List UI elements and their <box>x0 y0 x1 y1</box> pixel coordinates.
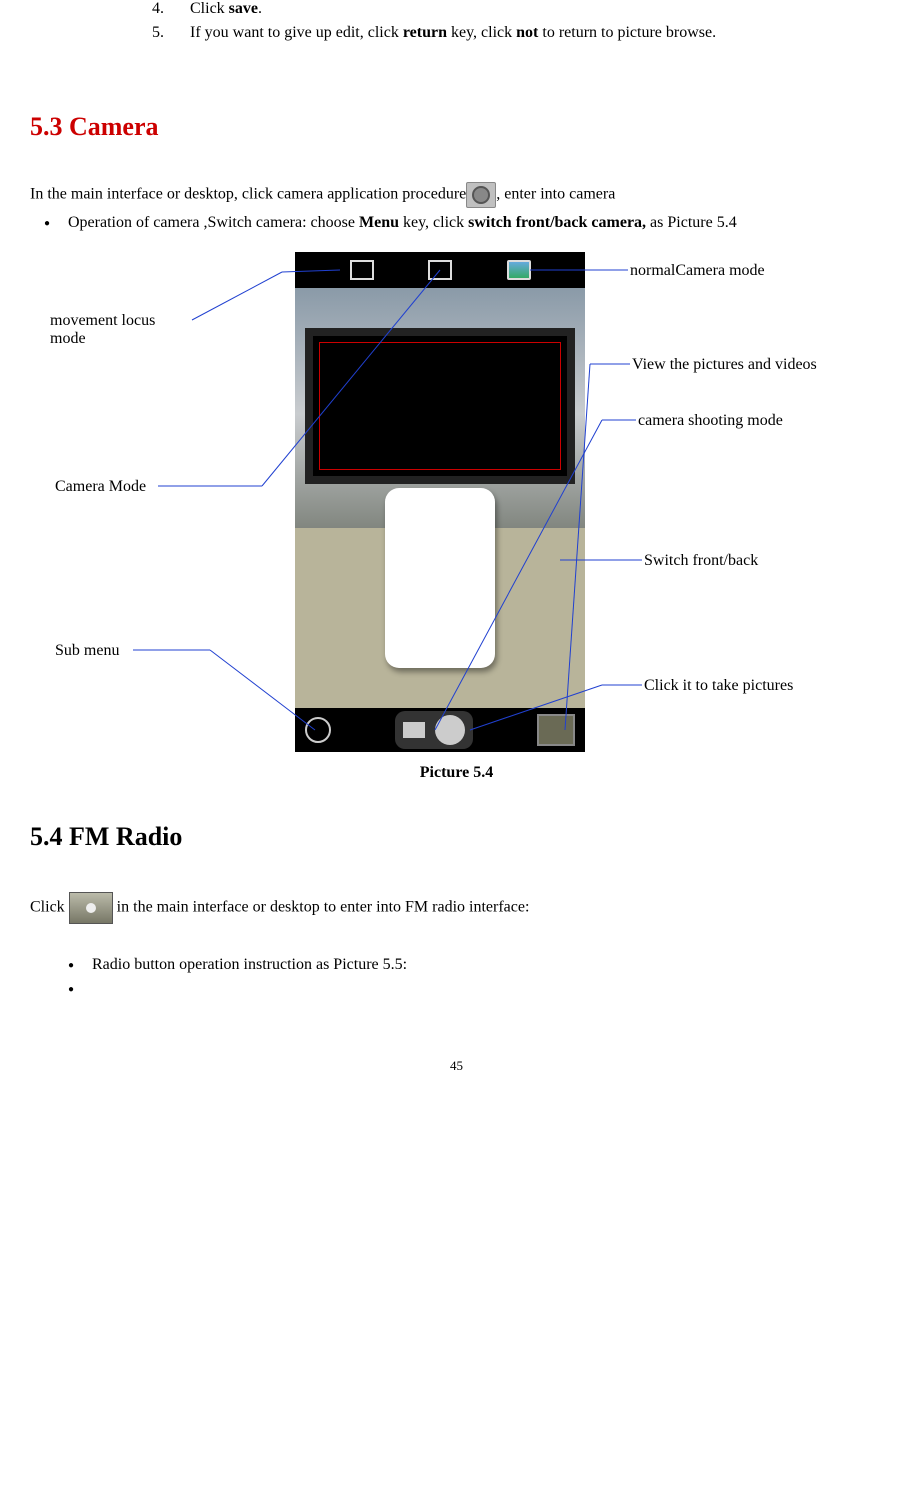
callout-camera-mode: Camera Mode <box>55 478 146 496</box>
list-item-4: Click save. <box>190 0 883 18</box>
cb-pre: Operation of camera ,Switch camera: choo… <box>68 214 359 231</box>
cb-b1: Menu <box>359 214 399 231</box>
list5-pre: If you want to give up edit, click <box>190 24 403 41</box>
list5-b2: not <box>516 24 538 41</box>
fm-bullet-2-empty <box>92 980 883 998</box>
normal-camera-icon <box>507 260 531 280</box>
cb-post: as Picture 5.4 <box>646 214 737 231</box>
gallery-thumbnail <box>537 714 575 746</box>
camera-mode-icon <box>428 260 452 280</box>
viewfinder-monitor <box>305 328 575 484</box>
fm-intro: Click in the main interface or desktop t… <box>30 892 883 924</box>
callout-normal-camera: normalCamera mode <box>630 262 765 280</box>
movement-locus-icon <box>350 260 374 280</box>
camera-intro-pre: In the main interface or desktop, click … <box>30 186 466 203</box>
list4-post: . <box>258 0 262 17</box>
list5-b1: return <box>403 24 447 41</box>
camera-app-icon <box>466 182 496 208</box>
list5-mid2: to return to picture browse. <box>538 24 716 41</box>
camera-top-bar <box>295 252 585 288</box>
viewfinder-phone <box>385 488 495 668</box>
camera-bullet: Operation of camera ,Switch camera: choo… <box>68 214 883 232</box>
callout-movement-locus: movement locus mode <box>50 312 190 348</box>
camera-intro-post: , enter into camera <box>496 186 615 203</box>
cb-b2: switch front/back camera, <box>468 214 646 231</box>
callout-shooting-mode: camera shooting mode <box>638 412 783 430</box>
section-heading-fm: 5.4 FM Radio <box>30 822 883 852</box>
callout-switch-front-back: Switch front/back <box>644 552 758 570</box>
list4-pre: Click <box>190 0 229 17</box>
callout-take-pictures: Click it to take pictures <box>644 677 793 695</box>
section-heading-camera: 5.3 Camera <box>30 112 883 142</box>
list4-bold: save <box>229 0 258 17</box>
camera-figure: movement locus mode Camera Mode Sub menu… <box>30 252 883 812</box>
shutter-button-icon <box>435 715 465 745</box>
camera-intro: In the main interface or desktop, click … <box>30 182 883 208</box>
submenu-gear-icon <box>305 717 331 743</box>
list5-mid1: key, click <box>447 24 516 41</box>
fm-intro-pre: Click <box>30 899 69 916</box>
cb-mid: key, click <box>399 214 468 231</box>
camera-screenshot <box>295 252 585 752</box>
figure-caption: Picture 5.4 <box>30 764 883 782</box>
fm-bullet-1: Radio button operation instruction as Pi… <box>92 956 883 974</box>
fm-intro-post: in the main interface or desktop to ente… <box>113 899 530 916</box>
callout-view-pictures: View the pictures and videos <box>632 356 817 374</box>
page-number: 45 <box>30 1058 883 1094</box>
camera-viewfinder <box>295 288 585 708</box>
list-item-5: If you want to give up edit, click retur… <box>190 24 883 42</box>
fm-radio-icon <box>69 892 113 924</box>
callout-sub-menu: Sub menu <box>55 642 119 660</box>
video-mode-icon <box>403 722 425 738</box>
camera-bottom-bar <box>295 708 585 752</box>
shutter-group <box>395 711 473 749</box>
